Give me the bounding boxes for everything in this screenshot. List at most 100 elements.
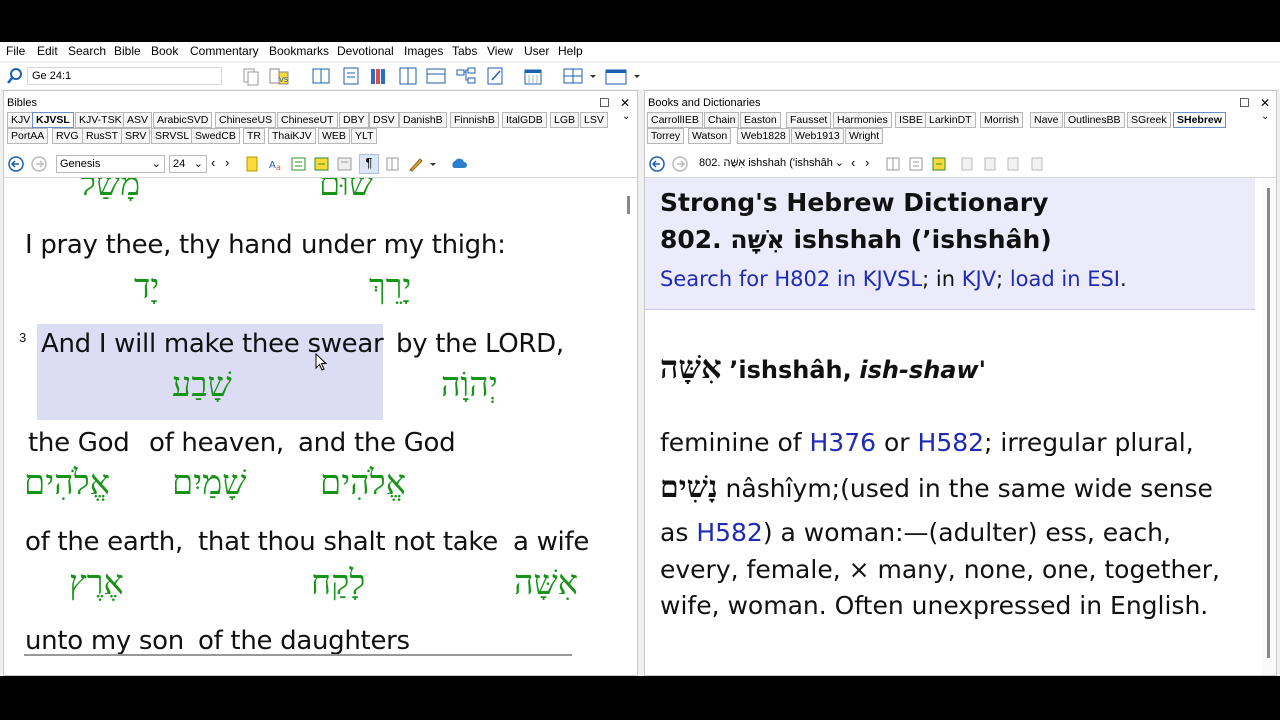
copy-icon[interactable] bbox=[240, 66, 262, 86]
tab-isbe[interactable]: ISBE bbox=[895, 112, 927, 128]
prev-entry-icon[interactable]: ‹ bbox=[851, 155, 855, 170]
tab-wright[interactable]: Wright bbox=[845, 128, 884, 144]
edit-icon[interactable] bbox=[959, 156, 975, 172]
tab-thaikjv[interactable]: ThaiKJV bbox=[268, 128, 316, 144]
column-view-icon[interactable] bbox=[397, 66, 419, 86]
search-icon[interactable] bbox=[6, 67, 24, 85]
parallel-icon[interactable] bbox=[337, 156, 353, 172]
tab-nave[interactable]: Nave bbox=[1030, 112, 1063, 128]
tab-rvg[interactable]: RVG bbox=[52, 128, 83, 144]
tab-srv[interactable]: SRV bbox=[121, 128, 151, 144]
entry-select[interactable]: 802. אִשָּׁה ishshah ('ishshâh ⌄ bbox=[696, 155, 846, 173]
tab-finnishb[interactable]: FinnishB bbox=[450, 112, 499, 128]
maximize-icon[interactable]: ☐ bbox=[599, 96, 610, 110]
next-chapter-icon[interactable]: › bbox=[225, 155, 229, 170]
tab-larkindt[interactable]: LarkinDT bbox=[925, 112, 976, 128]
tabs-overflow-icon[interactable]: ⌄ bbox=[1261, 111, 1269, 122]
book-view-icon[interactable] bbox=[310, 66, 332, 86]
hebrew-word[interactable]: יְהוָֹה bbox=[441, 365, 498, 405]
tree-icon[interactable] bbox=[455, 66, 477, 86]
menu-commentary[interactable]: Commentary bbox=[190, 44, 259, 58]
tab-srvsl[interactable]: SRVSL bbox=[151, 128, 194, 144]
hebrew-word[interactable]: לָקַח bbox=[311, 563, 365, 603]
tab-web1828[interactable]: Web1828 bbox=[737, 128, 790, 144]
menu-bible[interactable]: Bible bbox=[114, 44, 141, 58]
verse-text[interactable]: the God bbox=[28, 428, 130, 458]
tab-ylt[interactable]: YLT bbox=[351, 128, 378, 144]
verse-text[interactable]: that thou shalt not take bbox=[198, 527, 498, 557]
h376-link[interactable]: H376 bbox=[810, 428, 877, 457]
tab-dsv[interactable]: DSV bbox=[369, 112, 399, 128]
verse-text[interactable]: of the daughters bbox=[198, 626, 410, 656]
tab-arabicsvd[interactable]: ArabicSVD bbox=[153, 112, 213, 128]
menu-bookmarks[interactable]: Bookmarks bbox=[269, 44, 329, 58]
hebrew-word[interactable]: אֱלֹהִים bbox=[320, 463, 406, 503]
tab-tr[interactable]: TR bbox=[243, 128, 265, 144]
menu-images[interactable]: Images bbox=[404, 44, 443, 58]
hebrew-word[interactable]: אֱלֹהִים bbox=[24, 463, 110, 503]
next-entry-icon[interactable]: › bbox=[865, 155, 869, 170]
hebrew-word[interactable]: יָרֵךְ bbox=[369, 267, 411, 307]
menu-search[interactable]: Search bbox=[68, 44, 106, 58]
hebrew-word[interactable]: יָד bbox=[134, 267, 159, 307]
window-new-icon[interactable] bbox=[604, 66, 644, 86]
tab-sgreek[interactable]: SGreek bbox=[1127, 112, 1171, 128]
pencil-icon[interactable] bbox=[408, 156, 438, 172]
vertical-scrollbar[interactable] bbox=[1262, 178, 1276, 675]
hebrew-word[interactable]: שָׁמַיִם bbox=[172, 463, 246, 503]
menu-edit[interactable]: Edit bbox=[37, 44, 58, 58]
tab-dby[interactable]: DBY bbox=[339, 112, 369, 128]
morphology-icon[interactable] bbox=[291, 156, 307, 172]
verse-text[interactable]: a wife bbox=[513, 527, 589, 557]
menu-book[interactable]: Book bbox=[151, 44, 178, 58]
interlinear-icon[interactable] bbox=[314, 156, 330, 172]
tab-web1913[interactable]: Web1913 bbox=[791, 128, 844, 144]
tabs-overflow-icon[interactable]: ⌄ bbox=[622, 111, 630, 122]
search-kjvsl-link[interactable]: Search for H802 in KJVSL bbox=[660, 267, 922, 291]
scrollbar-thumb[interactable] bbox=[1267, 188, 1270, 658]
bookmark-icon[interactable] bbox=[245, 156, 259, 172]
tab-asv[interactable]: ASV bbox=[123, 112, 153, 128]
verse-number[interactable]: 3 bbox=[19, 330, 26, 345]
hebrew-word[interactable]: אִשָּׁה bbox=[514, 563, 578, 603]
cloud-icon[interactable] bbox=[450, 156, 468, 172]
tab-kjv[interactable]: KJV bbox=[7, 112, 35, 128]
tab-italgdb[interactable]: ItalGDB bbox=[502, 112, 547, 128]
tab-chain[interactable]: Chain bbox=[704, 112, 740, 128]
new-page-icon[interactable] bbox=[982, 156, 998, 172]
tab-kjv-tsk[interactable]: KJV-TSK bbox=[75, 112, 126, 128]
chapter-select[interactable]: 24 ⌄ bbox=[169, 155, 207, 173]
tab-easton[interactable]: Easton bbox=[740, 112, 781, 128]
book-select[interactable]: Genesis ⌄ bbox=[56, 155, 165, 173]
hebrew-word[interactable]: מָשַׁל bbox=[80, 178, 140, 204]
window-layout-icon[interactable] bbox=[562, 66, 602, 86]
maximize-icon[interactable]: ☐ bbox=[1239, 96, 1250, 110]
notes-icon[interactable] bbox=[484, 66, 506, 86]
verse-text[interactable]: of heaven, bbox=[149, 428, 284, 458]
reference-input[interactable] bbox=[27, 67, 222, 85]
menu-view[interactable]: View bbox=[487, 44, 513, 58]
layout-icon[interactable] bbox=[425, 66, 447, 86]
compare-icon[interactable]: VS bbox=[268, 66, 290, 86]
tab-harmonies[interactable]: Harmonies bbox=[833, 112, 892, 128]
kjv-link[interactable]: KJV bbox=[962, 267, 996, 291]
close-icon[interactable]: ✕ bbox=[1260, 96, 1270, 110]
esi-link[interactable]: load in ESI bbox=[1010, 267, 1120, 291]
menu-user[interactable]: User bbox=[524, 44, 549, 58]
h582-link[interactable]: H582 bbox=[696, 518, 763, 547]
list-icon[interactable] bbox=[908, 156, 924, 172]
menu-help[interactable]: Help bbox=[558, 44, 583, 58]
forward-arrow-icon[interactable] bbox=[31, 156, 47, 172]
verse-text[interactable]: unto my son bbox=[25, 626, 184, 656]
strongs-icon[interactable]: Aa bbox=[268, 156, 284, 172]
h582-link[interactable]: H582 bbox=[918, 428, 985, 457]
tab-outlinesbb[interactable]: OutlinesBB bbox=[1064, 112, 1125, 128]
menu-devotional[interactable]: Devotional bbox=[337, 44, 394, 58]
verse-text[interactable]: I pray thee, thy hand bbox=[25, 230, 293, 260]
back-arrow-icon[interactable] bbox=[649, 156, 665, 172]
back-arrow-icon[interactable] bbox=[8, 156, 24, 172]
vertical-scrollbar[interactable] bbox=[627, 196, 630, 214]
tab-chineseut[interactable]: ChineseUT bbox=[277, 112, 338, 128]
hebrew-word[interactable]: שָׁבַע bbox=[172, 365, 232, 405]
tab-chineseus[interactable]: ChineseUS bbox=[215, 112, 277, 128]
